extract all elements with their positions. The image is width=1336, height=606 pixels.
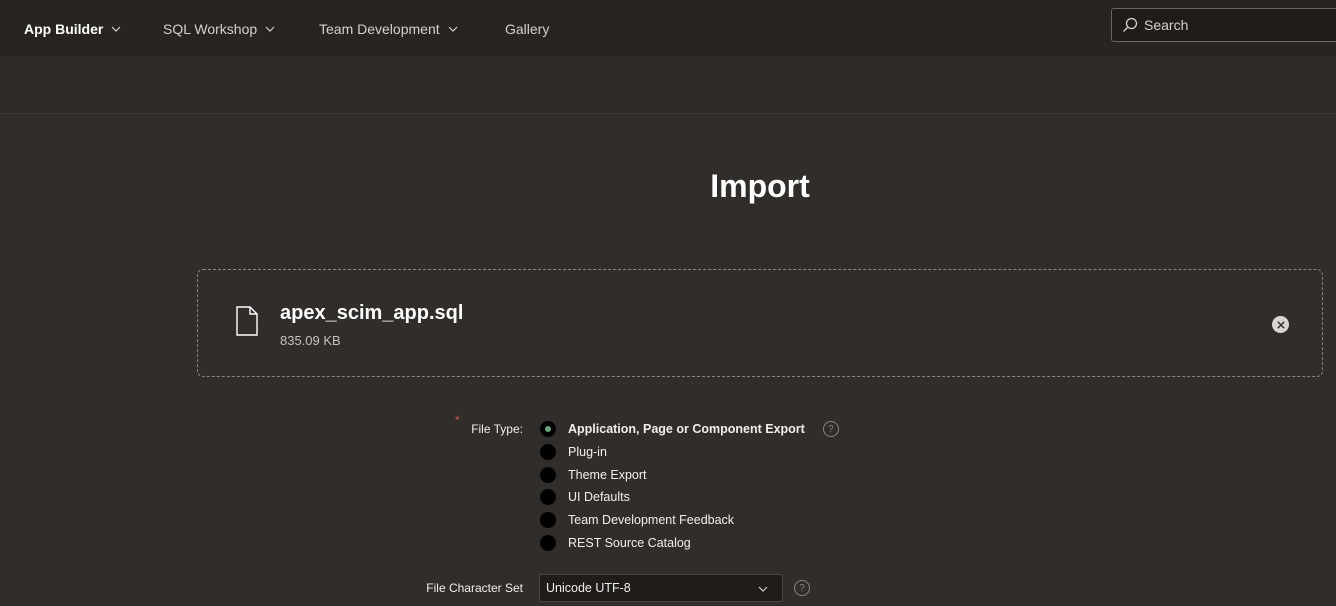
nav-team-development-label: Team Development — [319, 21, 440, 37]
radio-button-checked[interactable] — [540, 421, 556, 437]
radio-label: Team Development Feedback — [568, 513, 735, 527]
radio-option-ui-defaults[interactable]: UI Defaults — [540, 488, 630, 506]
select-value: Unicode UTF-8 — [546, 581, 631, 595]
help-icon[interactable]: ? — [822, 421, 839, 437]
nav-sql-workshop[interactable]: SQL Workshop — [163, 19, 275, 39]
radio-option-application[interactable]: Application, Page or Component Export ? — [540, 420, 839, 438]
help-icon[interactable]: ? — [794, 580, 810, 596]
radio-button[interactable] — [540, 467, 556, 483]
file-size: 835.09 KB — [280, 333, 341, 348]
close-icon — [1276, 320, 1285, 329]
nav-gallery[interactable]: Gallery — [505, 19, 549, 39]
file-icon — [236, 306, 258, 336]
nav-team-development[interactable]: Team Development — [319, 19, 458, 39]
search-icon — [1123, 17, 1138, 32]
radio-label: Plug-in — [568, 445, 607, 459]
radio-label: Theme Export — [568, 468, 647, 482]
chevron-down-icon — [111, 26, 121, 32]
nav-app-builder-label: App Builder — [24, 21, 104, 37]
radio-button[interactable] — [540, 512, 556, 528]
radio-label: Application, Page or Component Export — [568, 422, 805, 436]
radio-button[interactable] — [540, 535, 556, 551]
radio-label: REST Source Catalog — [568, 536, 691, 550]
remove-file-button[interactable] — [1272, 316, 1289, 333]
file-type-label: File Type: — [471, 422, 523, 436]
radio-option-rest-source-catalog[interactable]: REST Source Catalog — [540, 534, 691, 552]
file-dropzone[interactable]: apex_scim_app.sql 835.09 KB — [197, 269, 1323, 377]
search-placeholder: Search — [1144, 17, 1189, 33]
nav-app-builder[interactable]: App Builder — [24, 19, 121, 39]
required-indicator: * — [455, 413, 460, 427]
file-name: apex_scim_app.sql — [280, 302, 464, 324]
nav-sql-workshop-label: SQL Workshop — [163, 21, 258, 37]
radio-button[interactable] — [540, 444, 556, 460]
sub-header-bar — [0, 56, 1336, 114]
radio-label: UI Defaults — [568, 490, 630, 504]
radio-option-plugin[interactable]: Plug-in — [540, 443, 607, 461]
page-title: Import — [710, 168, 810, 204]
chevron-down-icon — [758, 586, 768, 592]
file-character-set-label: File Character Set — [426, 581, 523, 595]
radio-option-theme-export[interactable]: Theme Export — [540, 466, 647, 484]
search-input[interactable]: Search — [1111, 8, 1336, 42]
chevron-down-icon — [448, 26, 458, 32]
nav-gallery-label: Gallery — [505, 21, 550, 37]
chevron-down-icon — [265, 26, 275, 32]
top-navigation-bar: App Builder SQL Workshop Team Developmen… — [0, 0, 1336, 56]
radio-button[interactable] — [540, 489, 556, 505]
radio-option-team-feedback[interactable]: Team Development Feedback — [540, 511, 734, 529]
file-character-set-select[interactable]: Unicode UTF-8 — [539, 574, 783, 602]
